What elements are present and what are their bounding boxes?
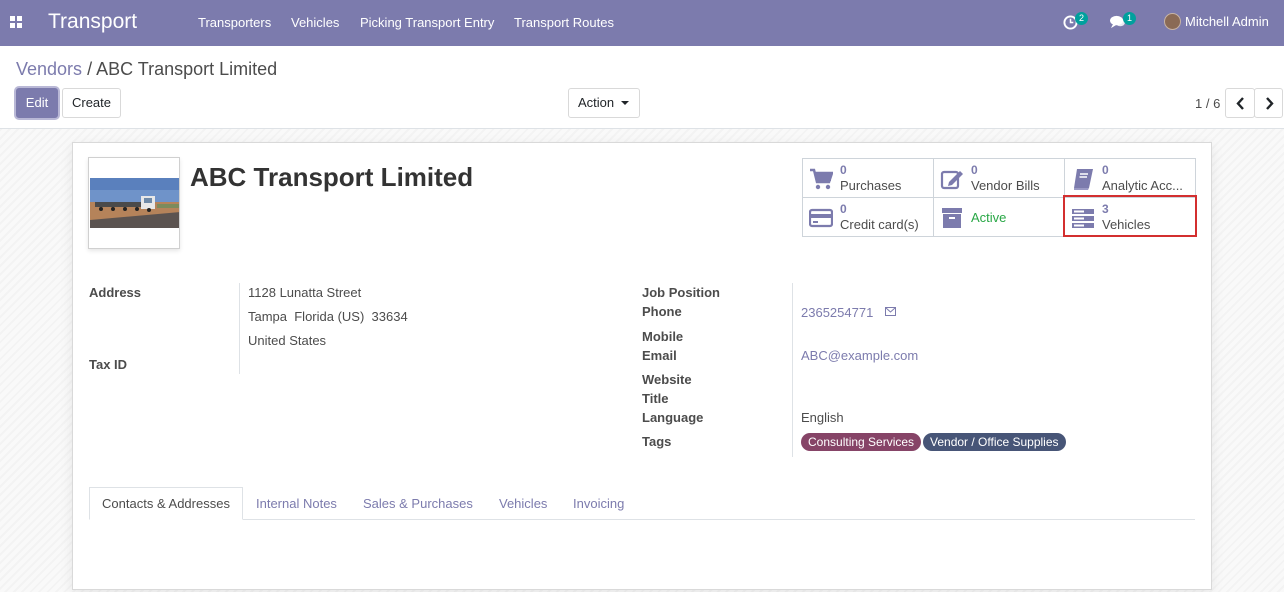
app-brand[interactable]: Transport xyxy=(48,10,137,34)
menu-transporters[interactable]: Transporters xyxy=(198,15,271,30)
top-navbar: Transport Transporters Vehicles Picking … xyxy=(0,0,1284,46)
envelope-icon[interactable] xyxy=(885,307,896,316)
partner-name[interactable]: ABC Transport Limited xyxy=(190,162,473,193)
caret-down-icon xyxy=(621,101,629,105)
user-menu[interactable]: Mitchell Admin xyxy=(1185,14,1269,29)
action-dropdown[interactable]: Action xyxy=(568,88,640,118)
street-field[interactable]: 1128 Lunatta Street xyxy=(248,285,361,300)
language-label: Language xyxy=(642,410,704,425)
city-state-zip-field[interactable]: Tampa Florida (US) 33634 xyxy=(248,309,408,324)
breadcrumb: Vendors / ABC Transport Limited xyxy=(16,59,277,80)
action-label: Action xyxy=(578,95,615,110)
apps-menu-icon[interactable] xyxy=(10,16,22,28)
chevron-left-icon xyxy=(1236,97,1244,110)
credit-cards-label: Credit card(s) xyxy=(840,217,919,232)
pencil-square-icon xyxy=(940,170,963,190)
job-position-label: Job Position xyxy=(642,285,720,300)
menu-picking-transport-entry[interactable]: Picking Transport Entry xyxy=(360,15,494,30)
create-button[interactable]: Create xyxy=(62,88,121,118)
vendor-bills-label: Vendor Bills xyxy=(971,178,1040,193)
breadcrumb-vendors-link[interactable]: Vendors xyxy=(16,59,82,79)
analytic-accounts-smart-button[interactable]: 0 Analytic Acc... xyxy=(1065,159,1196,198)
pager-next-button[interactable] xyxy=(1254,88,1283,118)
tabs-underline xyxy=(89,519,1195,520)
breadcrumb-separator: / xyxy=(87,59,93,79)
right-fields-divider xyxy=(792,283,793,457)
vehicles-highlight-box xyxy=(1063,195,1197,237)
tag-vendor-office-supplies[interactable]: Vendor / Office Supplies xyxy=(923,433,1066,451)
pager-value[interactable]: 1 / 6 xyxy=(1195,96,1220,111)
country-field[interactable]: United States xyxy=(248,333,326,348)
tab-sales-purchases[interactable]: Sales & Purchases xyxy=(363,496,473,511)
tags-label: Tags xyxy=(642,434,672,449)
book-icon xyxy=(1074,169,1093,190)
title-label: Title xyxy=(642,391,669,406)
active-label: Active xyxy=(971,210,1007,225)
tab-vehicles[interactable]: Vehicles xyxy=(499,496,547,511)
tag-consulting-services[interactable]: Consulting Services xyxy=(801,433,922,451)
address-label: Address xyxy=(89,285,142,300)
vendor-bills-smart-button[interactable]: 0 Vendor Bills xyxy=(934,159,1065,198)
activity-badge: 2 xyxy=(1075,12,1088,25)
left-fields-divider xyxy=(239,283,240,374)
purchases-count: 0 xyxy=(840,163,847,177)
credit-cards-smart-button[interactable]: 0 Credit card(s) xyxy=(803,198,934,237)
shopping-cart-icon xyxy=(810,168,833,190)
email-label: Email xyxy=(642,348,677,363)
mobile-label: Mobile xyxy=(642,329,684,344)
email-value[interactable]: ABC@example.com xyxy=(801,348,918,363)
phone-label: Phone xyxy=(642,304,682,319)
active-toggle-smart-button[interactable]: Active xyxy=(934,198,1065,237)
menu-transport-routes[interactable]: Transport Routes xyxy=(514,15,614,30)
credit-card-icon xyxy=(809,208,833,228)
tab-contacts-addresses[interactable]: Contacts & Addresses xyxy=(89,487,243,520)
pager-previous-button[interactable] xyxy=(1225,88,1255,118)
archive-icon xyxy=(942,208,962,228)
credit-cards-count: 0 xyxy=(840,202,847,216)
vendor-bills-count: 0 xyxy=(971,163,978,177)
breadcrumb-current: ABC Transport Limited xyxy=(96,59,278,79)
truck-photo xyxy=(89,158,179,248)
tab-internal-notes[interactable]: Internal Notes xyxy=(256,496,337,511)
website-label: Website xyxy=(642,372,692,387)
partner-image[interactable] xyxy=(88,157,180,249)
phone-value[interactable]: 2365254771 xyxy=(801,305,873,320)
analytic-accounts-label: Analytic Acc... xyxy=(1102,178,1183,193)
language-value[interactable]: English xyxy=(801,410,844,425)
edit-button[interactable]: Edit xyxy=(16,88,58,118)
user-avatar[interactable] xyxy=(1164,13,1181,30)
chevron-right-icon xyxy=(1266,97,1274,110)
tax-id-label: Tax ID xyxy=(89,357,128,372)
purchases-label: Purchases xyxy=(840,178,902,193)
analytic-accounts-count: 0 xyxy=(1102,163,1109,177)
purchases-smart-button[interactable]: 0 Purchases xyxy=(803,159,934,198)
menu-vehicles[interactable]: Vehicles xyxy=(291,15,339,30)
messages-badge: 1 xyxy=(1123,12,1136,25)
tab-invoicing[interactable]: Invoicing xyxy=(573,496,624,511)
